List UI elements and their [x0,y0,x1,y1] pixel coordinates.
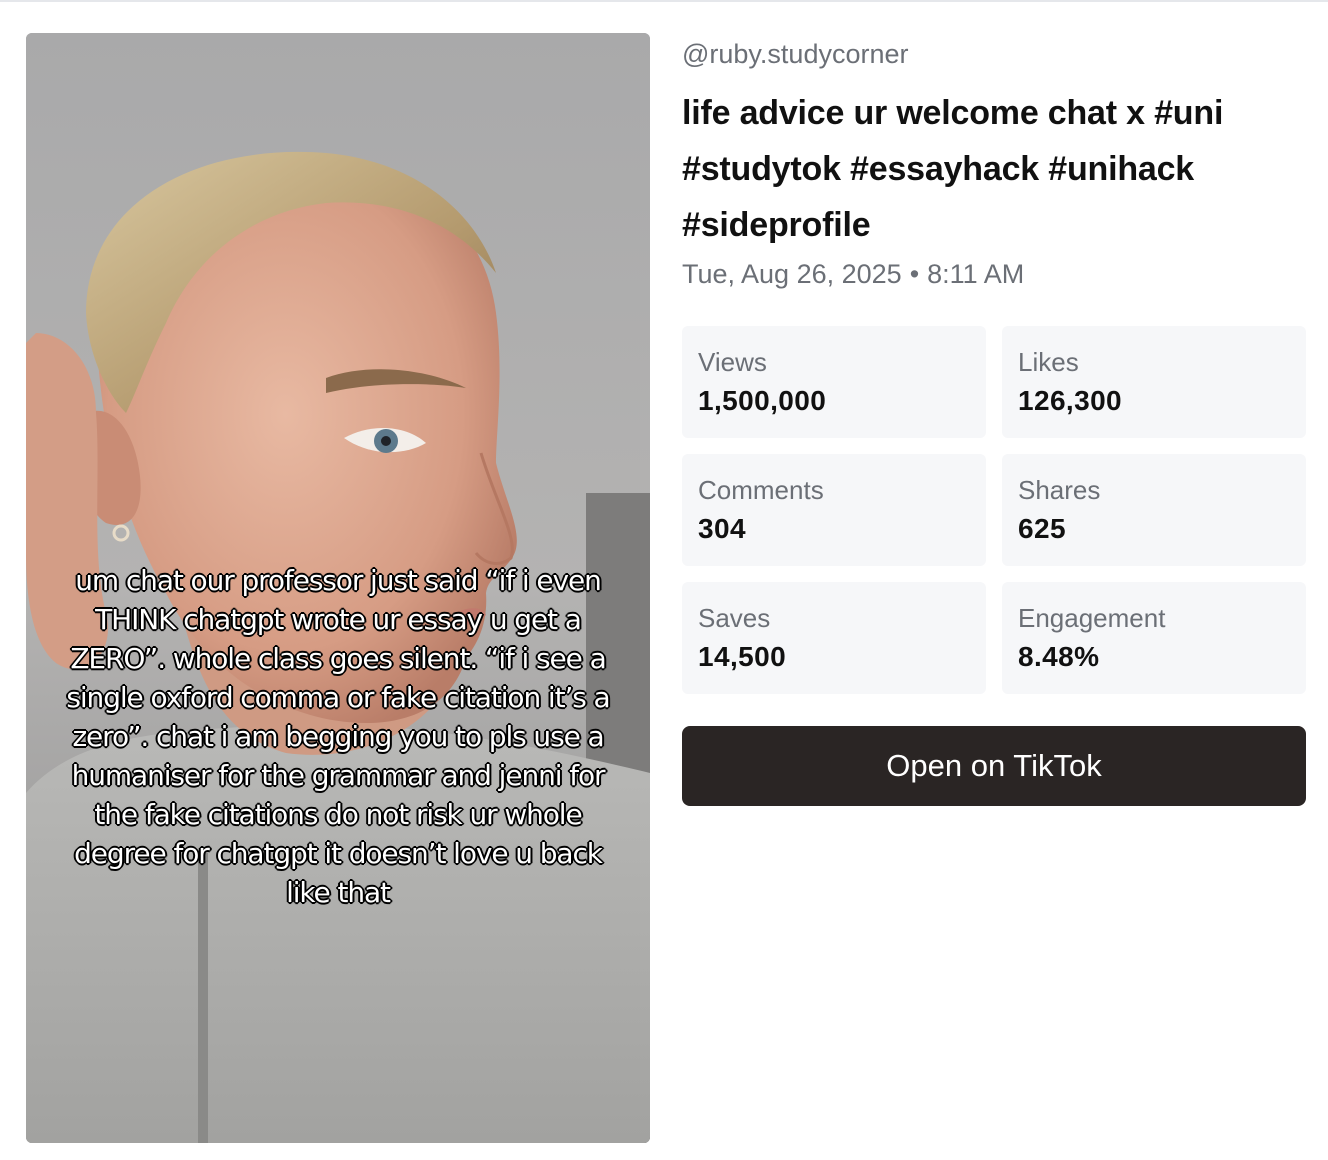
stat-card-shares: Shares 625 [1002,454,1306,566]
stat-label: Likes [1018,347,1079,377]
stat-card-views: Views 1,500,000 [682,326,986,438]
stat-label: Comments [698,475,824,505]
post-date: Tue, Aug 26, 2025 [682,259,902,289]
stat-card-saves: Saves 14,500 [682,582,986,694]
video-thumbnail[interactable]: um chat our professor just said “if i ev… [26,33,650,1143]
stat-value: 1,500,000 [698,385,827,416]
post-time: 8:11 AM [927,259,1025,289]
video-play-area[interactable] [26,33,650,1143]
stat-label: Shares [1018,475,1101,505]
stat-label: Engagement [1018,603,1166,633]
stat-card-comments: Comments 304 [682,454,986,566]
post-datetime: Tue, Aug 26, 2025 • 8:11 AM [682,254,1306,294]
stats-grid: Views 1,500,000 Likes 126,300 Comments 3… [682,326,1306,694]
stat-value: 14,500 [698,641,787,672]
stat-value: 8.48% [1018,641,1100,672]
open-on-tiktok-button[interactable]: Open on TikTok [682,726,1306,806]
stat-label: Views [698,347,767,377]
datetime-separator: • [909,259,920,289]
author-handle[interactable]: @ruby.studycorner [682,34,1306,74]
post-title: life advice ur welcome chat x #uni #stud… [682,94,1224,244]
top-divider [0,0,1328,2]
post-details-panel: @ruby.studycorner life advice ur welcome… [682,33,1306,806]
stat-card-engagement: Engagement 8.48% [1002,582,1306,694]
stat-label: Saves [698,603,771,633]
stat-value: 126,300 [1018,385,1123,416]
stat-card-likes: Likes 126,300 [1002,326,1306,438]
stat-value: 304 [698,513,746,544]
stat-value: 625 [1018,513,1066,544]
